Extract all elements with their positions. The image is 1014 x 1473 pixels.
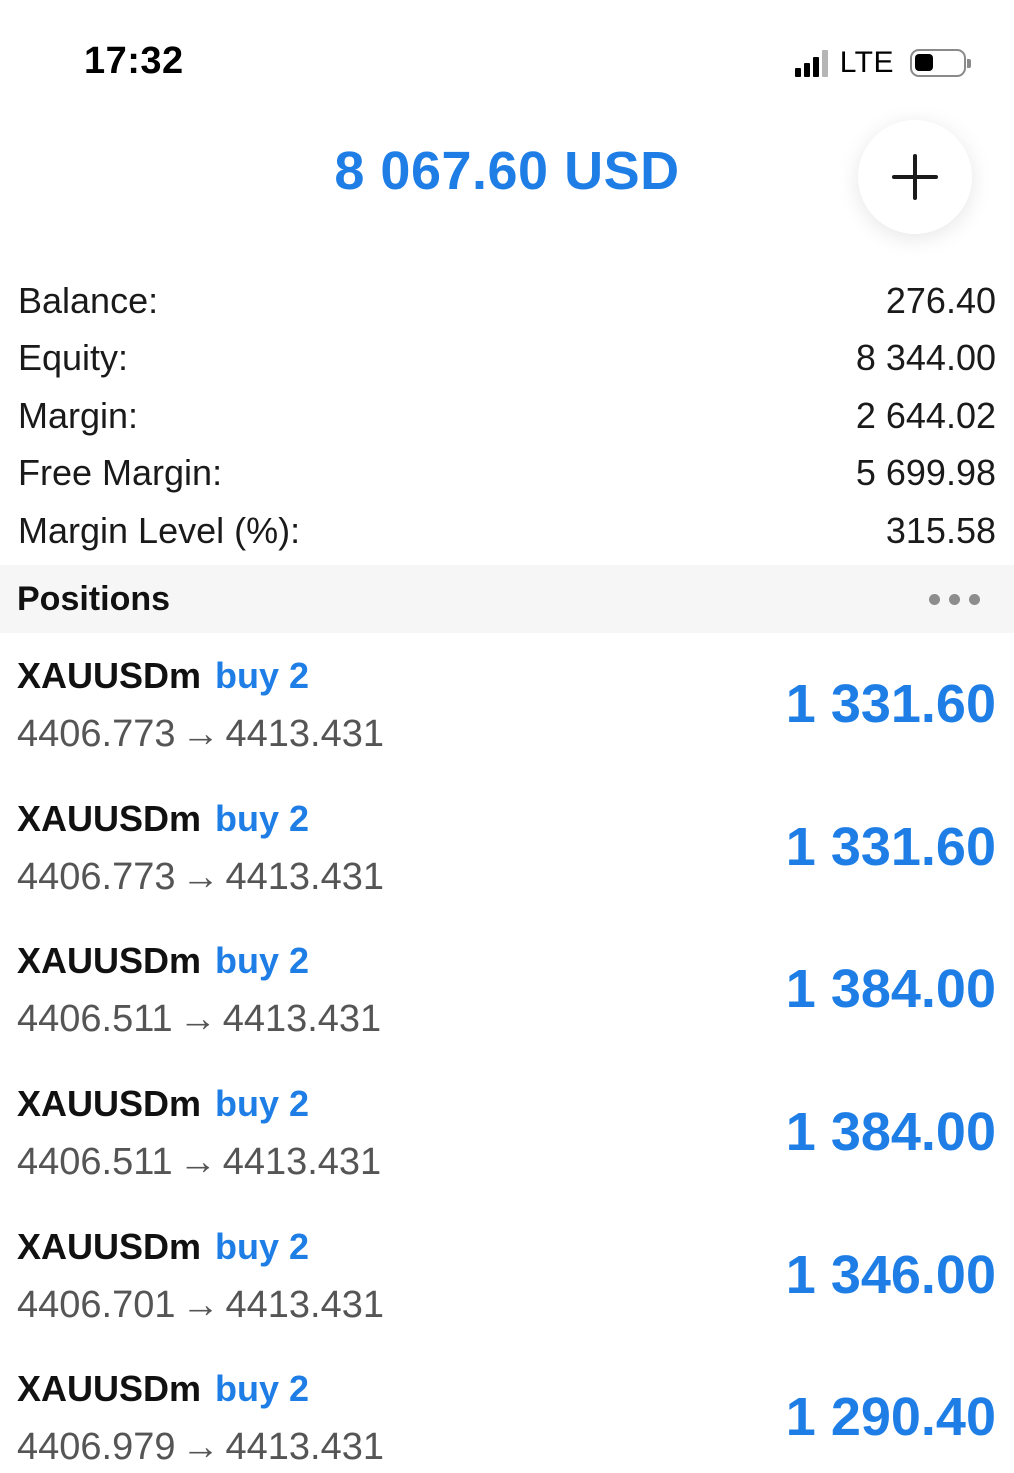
position-prices: 4406.511 → 4413.431 [17, 998, 381, 1041]
position-profit: 1 346.00 [785, 1244, 996, 1305]
position-prices: 4406.773 → 4413.431 [17, 856, 384, 899]
status-bar: 17:32 LTE [0, 0, 1014, 110]
new-order-button[interactable] [858, 120, 972, 234]
position-profit: 1 331.60 [785, 816, 996, 877]
position-side: buy 2 [215, 655, 310, 696]
arrow-right-icon: → [181, 855, 220, 898]
position-title: XAUUSDm buy 2 [17, 1226, 309, 1268]
position-prices: 4406.979 → 4413.431 [17, 1426, 384, 1469]
open-price: 4406.979 [17, 1426, 176, 1469]
position-title: XAUUSDm buy 2 [17, 655, 309, 697]
battery-icon [910, 49, 971, 77]
summary-row-equity: Equity: 8 344.00 [18, 330, 996, 388]
summary-value: 276.40 [885, 279, 996, 321]
position-profit: 1 384.00 [785, 1102, 996, 1163]
position-title: XAUUSDm buy 2 [17, 798, 309, 840]
open-price: 4406.773 [17, 855, 176, 898]
open-price: 4406.511 [17, 1141, 173, 1184]
position-symbol: XAUUSDm [17, 797, 202, 839]
position-side: buy 2 [215, 940, 310, 982]
current-price: 4413.431 [222, 998, 382, 1041]
current-price: 4413.431 [225, 1283, 385, 1326]
arrow-right-icon: → [181, 1426, 220, 1469]
position-profit: 1 290.40 [785, 1387, 996, 1448]
position-side: buy 2 [215, 1083, 310, 1125]
current-price: 4413.431 [225, 1426, 385, 1469]
position-symbol: XAUUSDm [17, 1225, 202, 1267]
position-title: XAUUSDm buy 2 [17, 940, 309, 982]
position-row[interactable]: XAUUSDm buy 2 4406.773 → 4413.431 1 331.60 [0, 776, 1014, 919]
position-row[interactable]: XAUUSDm buy 2 4406.701 → 4413.431 1 346.00 [0, 1204, 1014, 1347]
arrow-right-icon: → [178, 998, 217, 1041]
position-row[interactable]: XAUUSDm buy 2 4406.773 → 4413.431 1 331.60 [0, 633, 1014, 776]
positions-list: XAUUSDm buy 2 4406.773 → 4413.431 1 331.60… [0, 633, 1014, 1473]
current-price: 4413.431 [225, 713, 385, 755]
position-symbol: XAUUSDm [17, 1083, 202, 1125]
position-symbol: XAUUSDm [17, 1368, 202, 1410]
open-price: 4406.511 [17, 998, 173, 1041]
arrow-right-icon: → [178, 1141, 217, 1184]
summary-row-margin-level: Margin Level (%): 315.58 [18, 502, 996, 560]
summary-label: Free Margin: [18, 452, 223, 494]
position-title: XAUUSDm buy 2 [17, 1083, 309, 1125]
network-type: LTE [839, 46, 894, 79]
position-prices: 4406.701 → 4413.431 [17, 1284, 384, 1327]
summary-label: Margin: [18, 394, 139, 436]
position-title: XAUUSDm buy 2 [17, 1368, 309, 1410]
positions-section-header: Positions [0, 565, 1014, 633]
position-row[interactable]: XAUUSDm buy 2 4406.979 → 4413.431 1 290.40 [0, 1346, 1014, 1473]
position-side: buy 2 [215, 797, 310, 839]
cellular-signal-icon [794, 49, 828, 77]
summary-value: 5 699.98 [855, 452, 996, 494]
position-symbol: XAUUSDm [17, 940, 202, 982]
summary-row-free-margin: Free Margin: 5 699.98 [18, 445, 996, 503]
positions-title: Positions [17, 580, 171, 618]
position-side: buy 2 [215, 1368, 310, 1410]
position-symbol: XAUUSDm [17, 655, 202, 696]
trade-screen: 17:32 LTE 8 067.60 USD Balance: 276.40 E… [0, 0, 1014, 1473]
summary-value: 2 644.02 [855, 394, 996, 436]
more-icon[interactable] [929, 594, 980, 605]
position-side: buy 2 [215, 1225, 310, 1267]
arrow-right-icon: → [181, 713, 220, 755]
position-profit: 1 331.60 [785, 674, 996, 734]
open-price: 4406.701 [17, 1283, 176, 1326]
status-time: 17:32 [84, 40, 184, 82]
summary-label: Equity: [18, 337, 129, 379]
position-row[interactable]: XAUUSDm buy 2 4406.511 → 4413.431 1 384.00 [0, 1061, 1014, 1204]
status-indicators: LTE [794, 44, 971, 82]
summary-value: 315.58 [885, 509, 996, 551]
position-prices: 4406.773 → 4413.431 [17, 713, 384, 756]
account-summary: Balance: 276.40 Equity: 8 344.00 Margin:… [18, 272, 996, 560]
summary-label: Margin Level (%): [18, 509, 301, 551]
summary-row-balance: Balance: 276.40 [18, 272, 996, 330]
summary-label: Balance: [18, 279, 159, 321]
current-price: 4413.431 [222, 1141, 382, 1184]
arrow-right-icon: → [181, 1283, 220, 1326]
current-price: 4413.431 [225, 855, 385, 898]
open-price: 4406.773 [17, 713, 176, 755]
summary-value: 8 344.00 [855, 337, 996, 379]
plus-icon [892, 154, 938, 200]
summary-row-margin: Margin: 2 644.02 [18, 387, 996, 445]
position-prices: 4406.511 → 4413.431 [17, 1141, 381, 1184]
position-profit: 1 384.00 [785, 959, 996, 1020]
position-row[interactable]: XAUUSDm buy 2 4406.511 → 4413.431 1 384.00 [0, 918, 1014, 1061]
